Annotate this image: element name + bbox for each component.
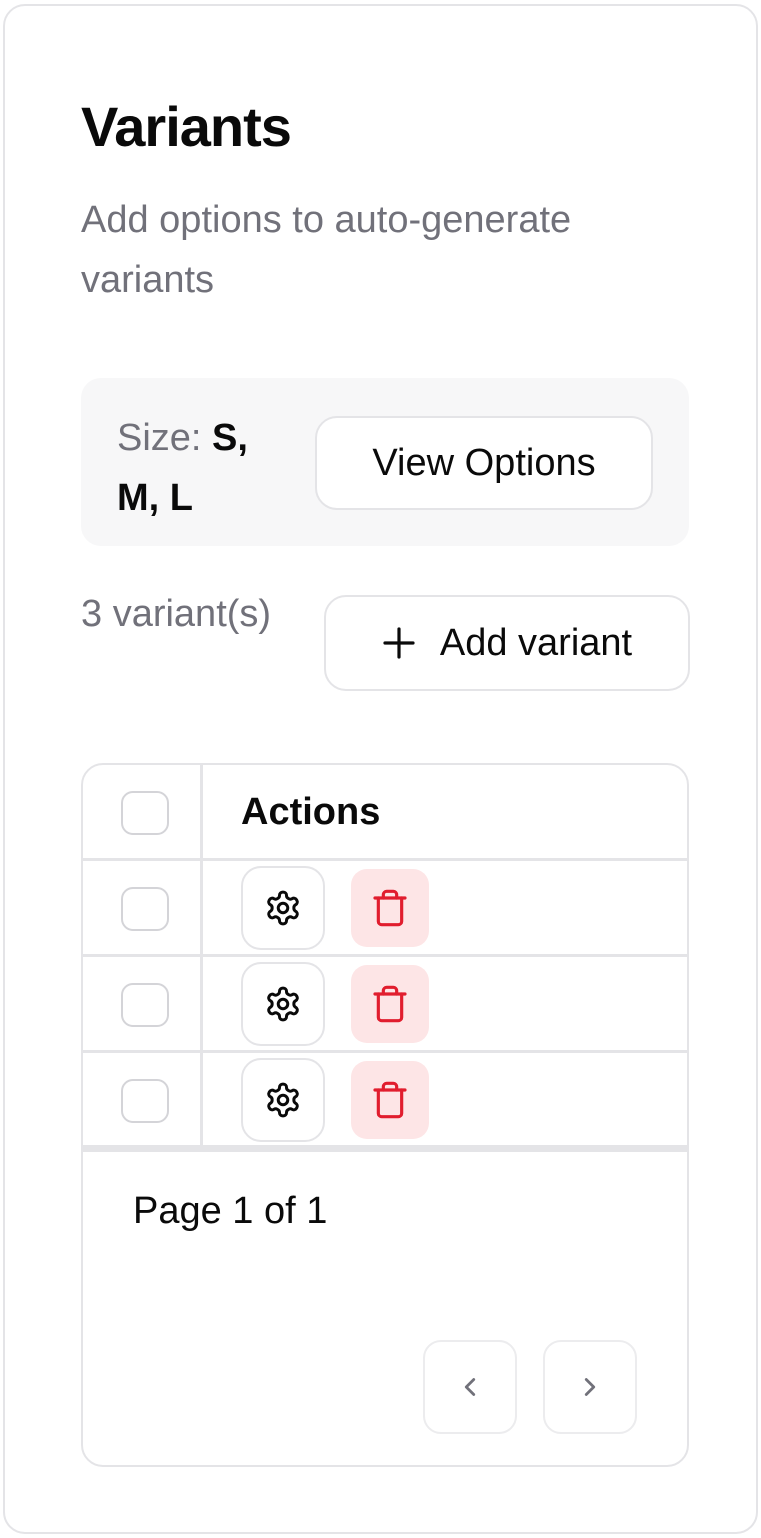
option-group-panel: Size: S, M, L View Options [81,378,689,546]
table-header-row: Actions [83,765,687,861]
row-checkbox[interactable] [121,983,169,1027]
select-column [83,765,203,858]
trash-icon [373,985,407,1023]
add-variant-label: Add variant [439,621,633,664]
settings-button[interactable] [241,962,325,1046]
delete-button[interactable] [351,965,429,1043]
variants-table: Actions Page 1 of 1 [81,763,689,1467]
settings-button[interactable] [241,1058,325,1142]
table-row [83,1053,687,1149]
delete-button[interactable] [351,1061,429,1139]
select-column [83,1053,203,1145]
page-indicator: Page 1 of 1 [133,1190,328,1232]
page-title: Variants [81,95,292,158]
variants-card: Variants Add options to auto-generate va… [3,4,758,1534]
next-page-button[interactable] [543,1340,637,1434]
gear-icon [267,986,299,1022]
view-options-button[interactable]: View Options [315,416,653,510]
trash-icon [373,889,407,927]
row-checkbox[interactable] [121,887,169,931]
chevron-left-icon [464,1378,476,1396]
select-all-checkbox[interactable] [121,791,169,835]
column-header-actions: Actions [241,791,381,833]
table-pagination: Page 1 of 1 [83,1149,687,1465]
settings-button[interactable] [241,866,325,950]
variant-count: 3 variant(s) [81,593,272,635]
previous-page-button[interactable] [423,1340,517,1434]
add-variant-button[interactable]: Add variant [324,595,690,691]
delete-button[interactable] [351,869,429,947]
table-row [83,861,687,957]
plus-icon [383,627,415,659]
select-column [83,861,203,954]
gear-icon [267,1082,299,1118]
select-column [83,957,203,1050]
trash-icon [373,1081,407,1119]
gear-icon [267,890,299,926]
option-label: Size: [117,417,202,459]
page-subtitle: Add options to auto-generate variants [81,199,572,301]
option-summary: Size: S, M, L [117,408,277,528]
row-checkbox[interactable] [121,1079,169,1123]
table-row [83,957,687,1053]
chevron-right-icon [584,1378,596,1396]
